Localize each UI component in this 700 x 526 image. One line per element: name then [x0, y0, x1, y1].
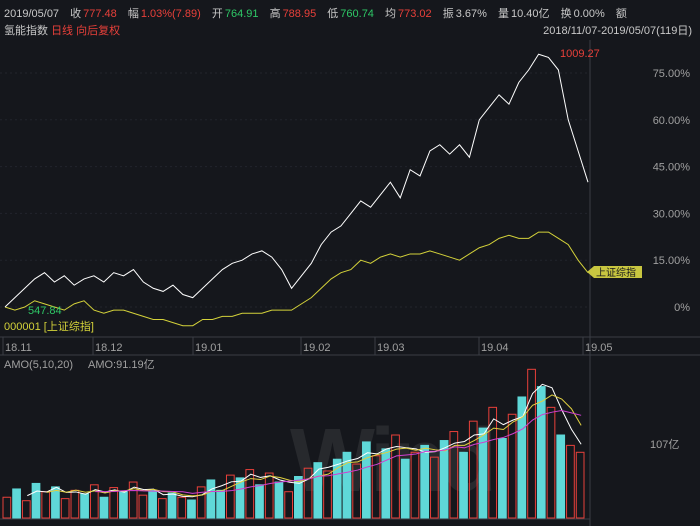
volume-bar [284, 491, 293, 519]
volume-bar [303, 467, 313, 519]
x-tick-label: 19.01 [195, 342, 223, 354]
volume-bar [119, 491, 128, 519]
volume-bar [70, 489, 80, 519]
y-tick-label: 75.00% [653, 68, 691, 80]
volume-bar [157, 498, 167, 519]
volume-bar [148, 489, 157, 519]
volume-bar [323, 470, 332, 519]
volume-bar [31, 482, 41, 519]
volume-bar [400, 458, 410, 519]
max-label: 1009.27 [560, 48, 600, 60]
volume-y-tick: 107亿 [650, 438, 679, 451]
x-tick-label: 18.12 [95, 342, 123, 354]
volume-bar [566, 444, 575, 519]
volume-bar [60, 498, 70, 519]
volume-bar [459, 451, 468, 519]
price-chart[interactable]: 75.00% 60.00% 45.00% 30.00% 15.00% 0% 18.11 18… [0, 0, 700, 526]
benchmark-legend: 000001 [上证综指] [4, 319, 94, 333]
volume-bar [498, 437, 507, 519]
volume-bar [12, 488, 21, 519]
volume-bar [352, 463, 362, 519]
y-tick-label: 0% [674, 302, 690, 314]
volume-bar [41, 491, 51, 519]
amo-title: AMO(5,10,20) [4, 359, 73, 371]
y-tick-label: 45.00% [653, 162, 691, 174]
x-tick-label: 19.02 [303, 342, 331, 354]
volume-bar [507, 413, 517, 519]
y-tick-label: 30.00% [653, 208, 691, 220]
volume-bar [410, 451, 420, 519]
volume-bar [80, 493, 89, 519]
volume-bar [264, 472, 274, 519]
volume-bar [21, 500, 31, 519]
start-label: 547.84 [28, 305, 62, 317]
volume-bar [177, 496, 187, 519]
volume-bar [2, 496, 12, 519]
benchmark-line [4, 231, 589, 327]
index-line [4, 53, 589, 308]
volume-bar [99, 496, 109, 519]
volume-bar [430, 456, 439, 519]
x-tick-label: 19.04 [481, 342, 509, 354]
y-tick-label: 60.00% [653, 115, 691, 127]
volume-bar [546, 406, 556, 519]
x-tick-label: 19.03 [377, 342, 405, 354]
volume-bar [187, 499, 196, 519]
volume-bar [138, 494, 148, 519]
volume-bar [206, 479, 216, 519]
volume-bar [196, 486, 206, 519]
volume-bar [313, 462, 323, 519]
volume-bar [575, 451, 585, 519]
volume-bar [274, 481, 284, 519]
benchmark-tag-label: 上证综指 [596, 266, 636, 279]
volume-bar [556, 434, 566, 519]
volume-bar [167, 492, 177, 519]
volume-bar [109, 487, 119, 519]
volume-bar [439, 440, 449, 519]
x-tick-label: 18.11 [5, 342, 32, 354]
volume-bar [216, 489, 225, 519]
volume-bar [255, 484, 264, 519]
volume-bar [536, 386, 546, 519]
amo-value: AMO:91.19亿 [88, 358, 155, 371]
y-tick-label: 15.00% [653, 255, 691, 267]
volume-bar [420, 444, 430, 519]
x-tick-label: 19.05 [585, 342, 613, 354]
